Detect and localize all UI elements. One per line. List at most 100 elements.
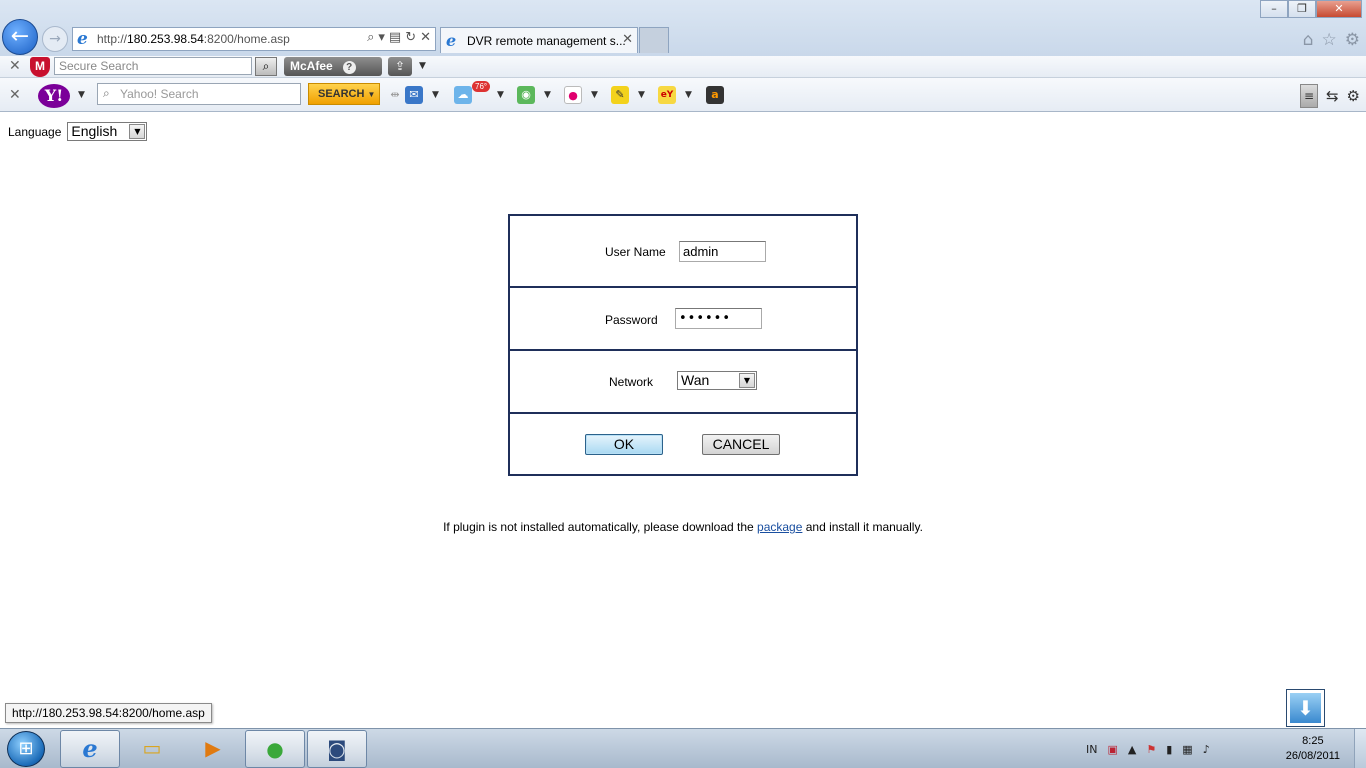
network-value: Wan [681, 372, 710, 388]
restore-button[interactable]: ❐ [1288, 0, 1316, 18]
secure-search-button[interactable]: ⌕ [255, 57, 277, 76]
share-dropdown-icon[interactable]: ▼ [419, 61, 426, 71]
chevron-down-icon[interactable]: ▼ [129, 124, 146, 139]
security-app-icon: ◙ [327, 737, 347, 761]
close-window-button[interactable]: ✕ [1316, 0, 1362, 18]
show-hidden-icons-icon[interactable]: ▲ [1128, 743, 1136, 756]
taskbar-file-explorer[interactable]: ▭ [122, 730, 182, 768]
radio-dropdown-icon[interactable]: ▼ [544, 90, 551, 100]
clock-time: 8:25 [1302, 735, 1324, 747]
tray-app-icon[interactable]: ▣ [1107, 743, 1117, 756]
mail-dropdown-icon[interactable]: ▼ [432, 90, 439, 100]
network-row: Network Wan ▼ [510, 351, 856, 414]
username-label: User Name [605, 245, 666, 259]
green-app-icon: ● [266, 737, 284, 761]
close-tab-icon[interactable]: ✕ [622, 32, 633, 47]
secure-search-input[interactable]: Secure Search [54, 57, 252, 75]
battery-icon[interactable]: ▮ [1166, 743, 1172, 756]
tab-dvr-remote-management[interactable]: e DVR remote management s... ✕ [440, 27, 638, 53]
yahoo-logo-icon[interactable]: Y! [38, 84, 70, 108]
share-icon[interactable]: ⇪ [388, 57, 412, 76]
notepad-dropdown-icon[interactable]: ▼ [638, 90, 645, 100]
taskbar-internet-explorer[interactable]: e [60, 730, 120, 768]
tools-gear-icon[interactable]: ⚙ [1345, 30, 1360, 50]
download-button[interactable]: ⬇ [1286, 689, 1325, 727]
taskbar-media-player[interactable]: ▶ [183, 730, 243, 768]
network-icon[interactable]: ▦ [1182, 743, 1192, 756]
mcafee-shield-icon[interactable]: M [30, 57, 50, 77]
taskbar-app-security[interactable]: ◙ [307, 730, 367, 768]
yahoo-dropdown-icon[interactable]: ▼ [78, 90, 85, 100]
amazon-icon[interactable]: a [706, 86, 724, 104]
language-label: Language [8, 124, 62, 139]
show-desktop-button[interactable] [1354, 729, 1366, 768]
volume-icon[interactable]: ♪ [1203, 743, 1210, 756]
swap-icon[interactable]: ⇆ [1326, 87, 1339, 105]
network-select[interactable]: Wan ▼ [677, 371, 757, 390]
flickr-icon[interactable]: ● [564, 86, 582, 104]
window-controls: – ❐ ✕ [1260, 0, 1362, 18]
browser-right-icons: ⌂ ☆ ⚙ [1303, 30, 1360, 50]
back-button[interactable]: ← [2, 19, 38, 55]
mcafee-label: McAfee [290, 59, 333, 73]
radio-icon[interactable]: ◉ [517, 86, 535, 104]
action-center-icon[interactable]: ⚑ [1146, 743, 1156, 756]
minimize-button[interactable]: – [1260, 0, 1288, 18]
stop-icon[interactable]: ✕ [420, 30, 431, 45]
ebay-dropdown-icon[interactable]: ▼ [685, 90, 692, 100]
package-link[interactable]: package [757, 520, 802, 534]
media-player-icon: ▶ [205, 736, 221, 760]
weather-dropdown-icon[interactable]: ▼ [497, 90, 504, 100]
favorites-star-icon[interactable]: ☆ [1322, 30, 1337, 50]
home-icon[interactable]: ⌂ [1303, 30, 1314, 50]
flickr-dropdown-icon[interactable]: ▼ [591, 90, 598, 100]
dropdown-arrow-icon[interactable]: ▾ [378, 30, 385, 45]
hint-text-before: If plugin is not installed automatically… [443, 520, 758, 534]
close-toolbar-icon[interactable]: ✕ [9, 58, 21, 74]
mcafee-toolbar: ✕ M Secure Search ⌕ McAfee? ⇪ ▼ [0, 56, 1366, 78]
forward-button[interactable]: → [42, 26, 68, 52]
mail-icon[interactable]: ✉ [405, 86, 423, 104]
address-bar-icons: ⌕ ▾ ▤ ↻ ✕ [367, 30, 431, 45]
ok-button[interactable]: OK [585, 434, 663, 455]
yahoo-search-input[interactable]: ⌕ Yahoo! Search [97, 83, 301, 105]
taskbar: ⊞ e ▭ ▶ ● ◙ IN ▣ ▲ ⚑ ▮ ▦ ♪ 8:25 26/08/20… [0, 728, 1366, 768]
clock[interactable]: 8:25 26/08/2011 [1286, 734, 1340, 764]
toolbar-settings-icon[interactable]: ⚙ [1347, 87, 1360, 105]
taskbar-app-green[interactable]: ● [245, 730, 305, 768]
yahoo-search-button[interactable]: SEARCH ▼ [308, 83, 380, 105]
weather-icon[interactable]: ☁ [454, 86, 472, 104]
close-yahoo-toolbar-icon[interactable]: ✕ [9, 87, 21, 103]
page-list-icon[interactable]: ≡ [1299, 84, 1318, 108]
yahoo-search-icon: ⌕ [103, 86, 110, 100]
login-form: User Name admin Password •••••• Network … [508, 214, 858, 476]
language-select[interactable]: English ▼ [67, 122, 148, 141]
plugin-hint: If plugin is not installed automatically… [0, 520, 1366, 534]
new-tab-button[interactable] [639, 27, 669, 53]
language-value: English [71, 123, 118, 139]
refresh-icon[interactable]: ↻ [405, 30, 416, 45]
address-text[interactable]: http://180.253.98.54:8200/home.asp [97, 32, 290, 46]
compatibility-view-icon[interactable]: ▤ [389, 30, 401, 45]
address-bar[interactable]: e http://180.253.98.54:8200/home.asp ⌕ ▾… [72, 27, 436, 51]
ie-tab-icon: e [446, 31, 457, 50]
username-input[interactable]: admin [679, 241, 766, 262]
search-icon[interactable]: ⌕ [367, 30, 374, 45]
cancel-button[interactable]: CANCEL [702, 434, 780, 455]
network-label: Network [609, 375, 654, 389]
toolbar-resize-handle-icon[interactable]: ⇹ [386, 86, 404, 104]
language-indicator[interactable]: IN [1086, 743, 1097, 756]
yahoo-search-placeholder: Yahoo! Search [120, 87, 199, 101]
password-row: Password •••••• [510, 288, 856, 351]
yahoo-search-button-label: SEARCH [318, 88, 365, 100]
password-input[interactable]: •••••• [675, 308, 762, 329]
status-url: http://180.253.98.54:8200/home.asp [5, 703, 212, 723]
notepad-icon[interactable]: ✎ [611, 86, 629, 104]
mcafee-button[interactable]: McAfee? [284, 57, 382, 76]
ebay-icon[interactable]: eY [658, 86, 676, 104]
start-button[interactable]: ⊞ [7, 731, 45, 767]
chevron-down-icon[interactable]: ▼ [739, 373, 755, 388]
browser-title-bar: – ❐ ✕ ← → e http://180.253.98.54:8200/ho… [0, 0, 1366, 56]
help-icon[interactable]: ? [342, 61, 356, 74]
yahoo-toolbar: ✕ Y! ▼ ⌕ Yahoo! Search SEARCH ▼ ⇹ ✉ ▼ ☁ … [0, 78, 1366, 112]
